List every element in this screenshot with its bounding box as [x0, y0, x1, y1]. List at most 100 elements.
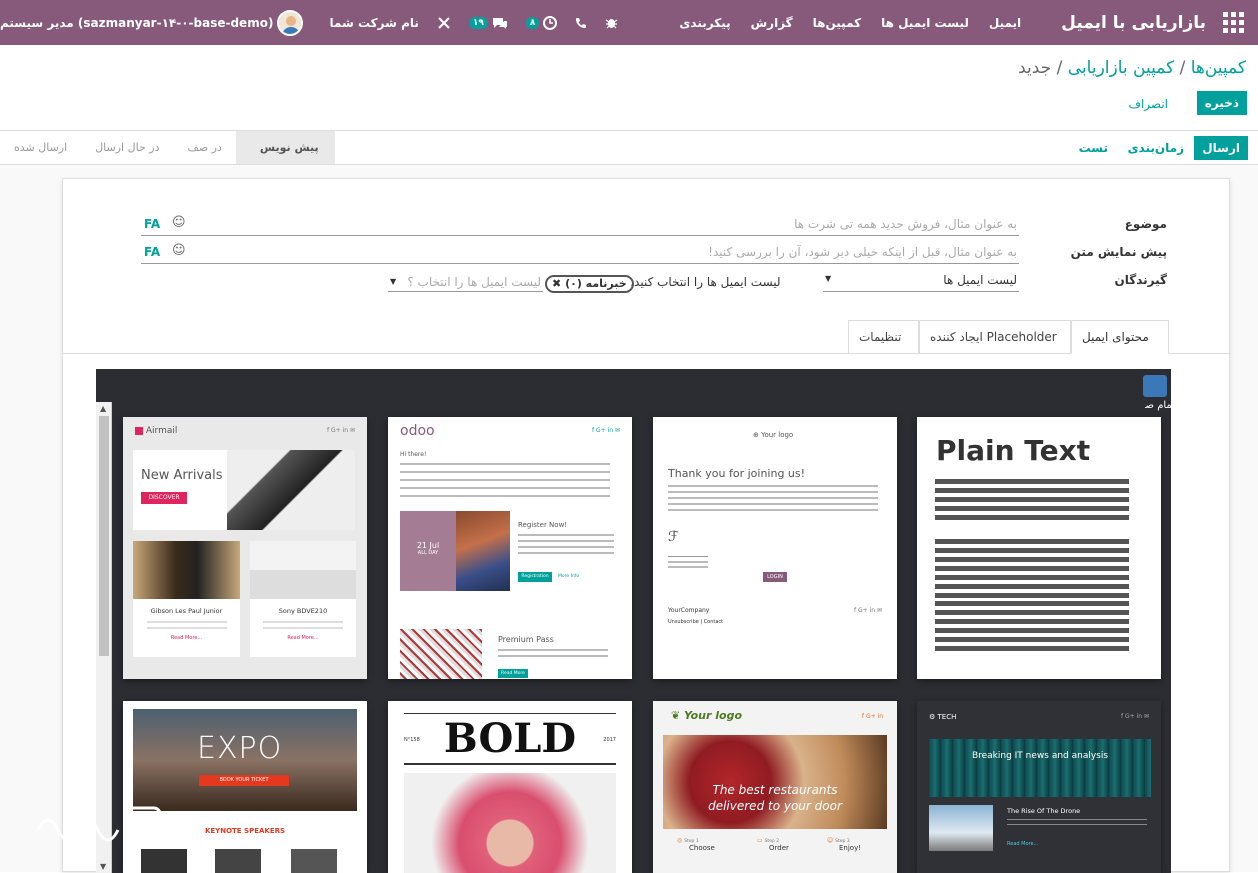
- control-panel: کمپین‌ها / کمپین بازاریابی / جدید ذخیره …: [0, 45, 1258, 131]
- scrollbar-thumb[interactable]: [99, 416, 109, 656]
- breadcrumb-current: جدید: [1018, 58, 1052, 78]
- mailing-list-input[interactable]: لیست ایمیل ها را انتخاب ؟ ▼: [388, 272, 543, 292]
- bold-title: BOLD: [443, 715, 577, 762]
- template-chooser: تمام صف ▲ ▼ Airmail f G+ in ✉ New Arriva…: [96, 369, 1175, 873]
- text-lines: [498, 649, 608, 661]
- debug-menu[interactable]: [605, 16, 618, 29]
- odoo-logo: odoo: [400, 423, 435, 439]
- speaker-photo: [141, 849, 187, 873]
- tab-mail-body[interactable]: محتوای ایمیل: [1071, 320, 1169, 354]
- tab-settings[interactable]: تنظیمات: [848, 320, 919, 354]
- welcome-logo: ⊕ Your logo: [753, 431, 794, 439]
- template-tech[interactable]: ⚙ TECH f G+ in ✉ Breaking IT news and an…: [917, 701, 1161, 873]
- preview-lang-button[interactable]: FA: [144, 245, 160, 259]
- main-menu: ایمیل لیست ایمیل ها کمپین‌ها گزارش پیکرب…: [679, 16, 1021, 30]
- drone-image: [929, 805, 993, 851]
- breadcrumb-marketing-campaign[interactable]: کمپین بازاریابی: [1068, 58, 1174, 78]
- social-icons: f G+ in ✉: [591, 427, 620, 434]
- registration-button: Registration: [518, 572, 552, 582]
- menu-item-campaigns[interactable]: کمپین‌ها: [813, 16, 861, 30]
- test-button[interactable]: تست: [1071, 136, 1116, 160]
- discard-button[interactable]: انصراف: [1129, 97, 1168, 111]
- schedule-button[interactable]: زمان‌بندی: [1120, 136, 1192, 160]
- voip-menu[interactable]: [575, 17, 587, 29]
- hero-image: Breaking IT news and analysis: [929, 739, 1151, 797]
- signature: ℱ: [668, 529, 708, 557]
- footer-links: Unsubscribe | Contact: [668, 619, 724, 625]
- tech-logo: ⚙ TECH: [929, 713, 957, 721]
- menu-item-configuration[interactable]: پیکربندی: [679, 16, 730, 30]
- newsletter-tag[interactable]: خبرنامه (۰) ✖: [545, 275, 634, 293]
- issue-year: 2017: [603, 737, 616, 743]
- hero-block: New Arrivals DISCOVER: [133, 450, 355, 530]
- speaker-photo: [215, 849, 261, 873]
- subject-field[interactable]: به عنوان مثال، فروش جدید همه تی شرت ها F…: [141, 214, 1019, 236]
- template-odoo-event[interactable]: odoo f G+ in ✉ Hi there! 21 Jul ALL DAY …: [388, 417, 632, 679]
- read-more-link: Read More...: [170, 635, 203, 641]
- template-bold[interactable]: BOLD N°158 2017: [388, 701, 632, 873]
- save-button[interactable]: ذخیره: [1196, 91, 1247, 115]
- send-button[interactable]: ارسال: [1194, 136, 1248, 160]
- close-icon[interactable]: ✖: [552, 277, 561, 290]
- stage-sent[interactable]: ارسال شده: [0, 131, 81, 164]
- company-name: YourCompany: [668, 607, 710, 614]
- menu-item-reporting[interactable]: گزارش: [751, 16, 793, 30]
- bold-rule: [404, 763, 616, 765]
- text-lines: [668, 561, 708, 569]
- speaker-photo: [291, 849, 337, 873]
- fullscreen-button[interactable]: تمام صف: [1143, 375, 1175, 411]
- text-lines: [400, 463, 610, 497]
- welcome-title: Thank you for joining us!: [668, 467, 806, 480]
- event-image: [400, 629, 482, 679]
- login-button: LOGIN: [763, 572, 787, 582]
- plain-text-title: Plain Text: [936, 434, 1091, 467]
- breadcrumb-separator: /: [1174, 58, 1191, 78]
- debug-tools[interactable]: [437, 16, 451, 30]
- watermark-logo: [28, 800, 178, 852]
- apps-menu-icon[interactable]: [1222, 11, 1244, 34]
- messaging-menu[interactable]: ۱۹: [468, 16, 508, 30]
- preview-placeholder: به عنوان مثال، قبل از اینکه خیلی دیر شود…: [708, 245, 1017, 259]
- scroll-up-icon[interactable]: ▲: [100, 404, 106, 413]
- activity-menu[interactable]: ۸: [525, 15, 558, 30]
- subject-label: موضوع: [1124, 217, 1167, 231]
- preview-label: پیش نمایش متن: [1070, 245, 1167, 259]
- template-welcome[interactable]: ⊕ Your logo Thank you for joining us! ℱ …: [653, 417, 897, 679]
- stage-draft[interactable]: پیش نویس: [235, 131, 335, 164]
- social-icons: f G+ in ✉: [1120, 713, 1149, 720]
- company-switcher[interactable]: نام شرکت شما: [329, 16, 418, 30]
- bug-icon: [606, 19, 618, 29]
- expo-title: EXPO: [197, 731, 283, 766]
- register-heading: Register Now!: [518, 521, 568, 529]
- menu-item-mailing-lists[interactable]: لیست ایمیل ها: [881, 16, 969, 30]
- menu-item-email[interactable]: ایمیل: [989, 16, 1021, 30]
- template-plain-text[interactable]: Plain Text: [917, 417, 1161, 679]
- stage-sending[interactable]: در حال ارسال: [81, 131, 173, 164]
- scroll-down-icon[interactable]: ▼: [100, 862, 106, 871]
- hero-image: The best restaurants delivered to your d…: [663, 735, 887, 829]
- product-image: [250, 541, 356, 599]
- product-title: Sony BDVE210: [278, 607, 328, 615]
- breadcrumb-campaigns[interactable]: کمپین‌ها: [1191, 58, 1246, 78]
- template-airmail[interactable]: Airmail f G+ in ✉ New Arrivals DISCOVER …: [123, 417, 367, 679]
- stage-in-queue[interactable]: در صف: [173, 131, 235, 164]
- emoji-icon[interactable]: ☺: [172, 215, 186, 230]
- greeting: Hi there!: [400, 451, 427, 458]
- restaurant-logo: ❦ Your logo: [671, 709, 742, 722]
- app-title[interactable]: بازاریابی با ایمیل: [1061, 13, 1206, 33]
- step-2: ▭ Step 2 Order: [757, 837, 789, 852]
- subject-lang-button[interactable]: FA: [144, 217, 160, 231]
- template-restaurant[interactable]: ❦ Your logo f G+ in The best restaurants…: [653, 701, 897, 873]
- tab-placeholder-generator[interactable]: ایجاد کننده Placeholder: [919, 320, 1071, 354]
- event-date: 21 Jul: [416, 541, 440, 550]
- activity-count-badge: ۸: [525, 16, 540, 29]
- recipients-select[interactable]: لیست ایمیل ها ▼: [823, 270, 1019, 292]
- text-lines: [518, 534, 614, 558]
- emoji-icon[interactable]: ☺: [172, 243, 186, 258]
- text-lines: [146, 621, 227, 629]
- recipients-value: لیست ایمیل ها: [943, 273, 1017, 287]
- preview-field[interactable]: به عنوان مثال، قبل از اینکه خیلی دیر شود…: [141, 242, 1019, 264]
- user-menu[interactable]: مدیر سیستم (sazmanyar-۱۴-۰-base-demo): [0, 9, 304, 36]
- user-name: مدیر سیستم (sazmanyar-۱۴-۰-base-demo): [0, 15, 274, 30]
- status-bar: ارسال زمان‌بندی تست ارسال شده در حال ارس…: [0, 131, 1258, 165]
